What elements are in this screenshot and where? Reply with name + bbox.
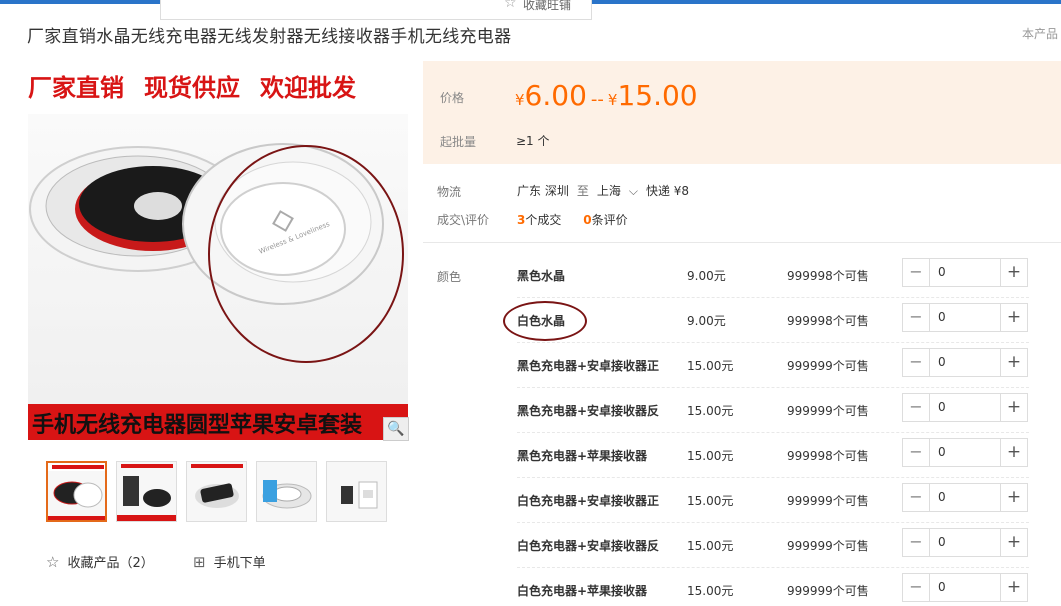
increase-button[interactable]: + — [1000, 529, 1027, 556]
decrease-button[interactable]: − — [903, 529, 930, 556]
thumbnail[interactable] — [326, 461, 387, 522]
quantity-stepper[interactable]: −0 + — [902, 528, 1028, 557]
sku-row: 黑色充电器+苹果接收器 15.00元 999998个可售 −0 + — [517, 433, 1029, 478]
thumbnail[interactable] — [256, 461, 317, 522]
decrease-button[interactable]: − — [903, 574, 930, 601]
image-banner-top: 厂家直销 现货供应 欢迎批发 — [28, 74, 356, 102]
logistics-row: 广东 深圳至上海 ⌵ 快递 ¥8 — [517, 184, 690, 198]
decrease-button[interactable]: − — [903, 304, 930, 331]
favorite-shop-popup[interactable]: ☆ 收藏旺铺 — [160, 0, 592, 20]
sku-stock: 999999个可售 — [787, 404, 869, 418]
sku-stock: 999998个可售 — [787, 314, 869, 328]
thumbnail[interactable] — [46, 461, 107, 522]
sku-name: 黑色充电器+安卓接收器反 — [517, 404, 660, 418]
sku-stock: 999999个可售 — [787, 539, 869, 553]
deals-label: 成交\评价 — [437, 213, 490, 227]
quantity-input[interactable]: 0 — [931, 574, 1001, 601]
quantity-stepper[interactable]: −0 + — [902, 348, 1028, 377]
decrease-button[interactable]: − — [903, 259, 930, 286]
sku-price: 15.00元 — [687, 359, 734, 373]
shop-link[interactable]: 本产品 — [1022, 25, 1058, 42]
sku-price: 15.00元 — [687, 449, 734, 463]
favorite-product-button[interactable]: ☆ 收藏产品（2） — [46, 552, 154, 571]
quantity-stepper[interactable]: −0 + — [902, 573, 1028, 602]
quantity-stepper[interactable]: −0 + — [902, 258, 1028, 287]
sku-row: 白色充电器+安卓接收器正 15.00元 999999个可售 −0 + — [517, 478, 1029, 523]
color-label: 颜色 — [437, 270, 462, 284]
thumbnail[interactable] — [186, 461, 247, 522]
sku-row: 白色充电器+苹果接收器 15.00元 999999个可售 −0 + — [517, 568, 1029, 606]
sku-row: 白色充电器+安卓接收器反 15.00元 999999个可售 −0 + — [517, 523, 1029, 568]
sku-stock: 999999个可售 — [787, 584, 869, 598]
qr-code-icon: ⊞ — [193, 553, 206, 571]
min-batch-value: ≥1 个 — [516, 134, 550, 148]
decrease-button[interactable]: − — [903, 439, 930, 466]
sku-price: 15.00元 — [687, 539, 734, 553]
increase-button[interactable]: + — [1000, 349, 1027, 376]
sku-price: 15.00元 — [687, 494, 734, 508]
increase-button[interactable]: + — [1000, 394, 1027, 421]
quantity-stepper[interactable]: −0 + — [902, 303, 1028, 332]
sku-row: 黑色水晶 9.00元 999998个可售 −0 + — [517, 253, 1029, 298]
deals-row: 3个成交 0条评价 — [517, 213, 628, 227]
star-icon: ☆ — [46, 553, 60, 571]
sku-row: 白色水晶 9.00元 999998个可售 −0 + — [517, 298, 1029, 343]
sku-price: 15.00元 — [687, 404, 734, 418]
sku-price: 15.00元 — [687, 584, 734, 598]
increase-button[interactable]: + — [1000, 574, 1027, 601]
sku-name: 黑色水晶 — [517, 269, 566, 283]
decrease-button[interactable]: − — [903, 349, 930, 376]
sku-name: 白色水晶 — [517, 314, 566, 328]
quantity-input[interactable]: 0 — [931, 484, 1001, 511]
sku-row: 黑色充电器+安卓接收器正 15.00元 999999个可售 −0 + — [517, 343, 1029, 388]
price-range: ¥6.00 -- ¥15.00 — [515, 79, 698, 112]
image-banner-bottom: 手机无线充电器圆型苹果安卓套装 — [28, 404, 408, 440]
quantity-input[interactable]: 0 — [931, 529, 1001, 556]
sku-stock: 999999个可售 — [787, 494, 869, 508]
mobile-order-button[interactable]: ⊞ 手机下单 — [193, 552, 266, 571]
sku-name: 白色充电器+苹果接收器 — [517, 584, 648, 598]
sku-row: 黑色充电器+安卓接收器反 15.00元 999999个可售 −0 + — [517, 388, 1029, 433]
annotation-circle — [208, 145, 404, 363]
quantity-input[interactable]: 0 — [931, 304, 1001, 331]
sku-stock: 999998个可售 — [787, 269, 869, 283]
sku-name: 黑色充电器+苹果接收器 — [517, 449, 648, 463]
min-batch-label: 起批量 — [440, 135, 477, 149]
quantity-stepper[interactable]: −0 + — [902, 438, 1028, 467]
sku-name: 白色充电器+安卓接收器正 — [517, 494, 660, 508]
ship-from: 广东 深圳 — [517, 184, 569, 198]
price-box: 价格 ¥6.00 -- ¥15.00 起批量 ≥1 个 — [423, 61, 1061, 164]
decrease-button[interactable]: − — [903, 394, 930, 421]
decrease-button[interactable]: − — [903, 484, 930, 511]
increase-button[interactable]: + — [1000, 484, 1027, 511]
chevron-down-icon[interactable]: ⌵ — [629, 184, 638, 198]
sku-stock: 999998个可售 — [787, 449, 869, 463]
quantity-input[interactable]: 0 — [931, 394, 1001, 421]
price-label: 价格 — [440, 91, 465, 105]
product-title: 厂家直销水晶无线充电器无线发射器无线接收器手机无线充电器 — [27, 27, 512, 47]
sku-price: 9.00元 — [687, 314, 726, 328]
sku-name: 白色充电器+安卓接收器反 — [517, 539, 660, 553]
increase-button[interactable]: + — [1000, 439, 1027, 466]
logistics-label: 物流 — [437, 185, 462, 199]
sku-name: 黑色充电器+安卓接收器正 — [517, 359, 660, 373]
divider — [423, 242, 1061, 243]
increase-button[interactable]: + — [1000, 304, 1027, 331]
star-icon: ☆ — [504, 0, 517, 11]
shipping-cost: 快递 ¥8 — [645, 184, 690, 198]
thumbnail[interactable] — [116, 461, 177, 522]
quantity-input[interactable]: 0 — [931, 349, 1001, 376]
ship-to-select[interactable]: 上海 — [597, 184, 621, 198]
quantity-input[interactable]: 0 — [931, 439, 1001, 466]
zoom-icon[interactable]: 🔍 — [383, 417, 409, 441]
favorite-shop-label[interactable]: 收藏旺铺 — [523, 0, 571, 13]
sku-stock: 999999个可售 — [787, 359, 869, 373]
sku-price: 9.00元 — [687, 269, 726, 283]
quantity-stepper[interactable]: −0 + — [902, 483, 1028, 512]
quantity-stepper[interactable]: −0 + — [902, 393, 1028, 422]
increase-button[interactable]: + — [1000, 259, 1027, 286]
quantity-input[interactable]: 0 — [931, 259, 1001, 286]
